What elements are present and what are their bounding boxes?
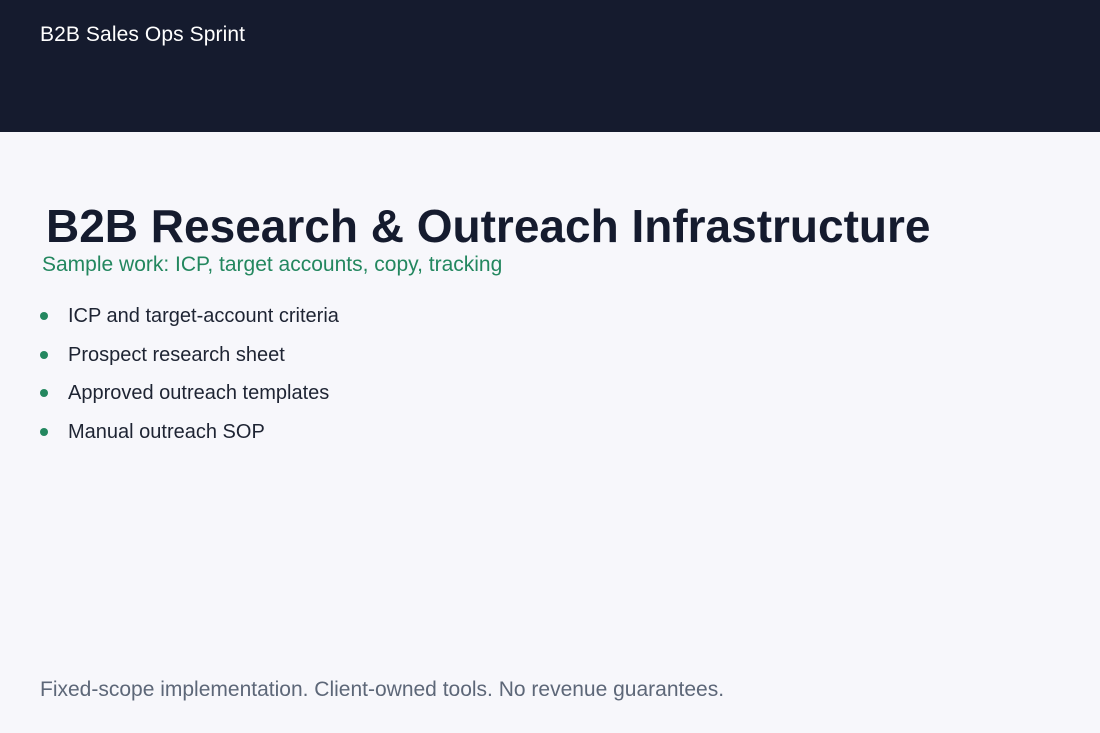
page-subtitle: Sample work: ICP, target accounts, copy,… (42, 253, 503, 276)
list-item: ICP and target-account criteria (40, 301, 339, 340)
list-item-text: Manual outreach SOP (68, 420, 265, 443)
page-title: B2B Research & Outreach Infrastructure (46, 200, 931, 252)
bullet-dot-icon (40, 389, 48, 397)
footer-disclaimer: Fixed-scope implementation. Client-owned… (40, 678, 725, 701)
bullet-dot-icon (40, 427, 48, 436)
bullet-dot-icon (40, 312, 48, 320)
list-item-text: Approved outreach templates (68, 382, 330, 404)
list-item: Manual outreach SOP (40, 417, 339, 456)
list-item: Approved outreach templates (40, 378, 339, 417)
list-item: Prospect research sheet (40, 340, 339, 379)
top-header-bar: B2B Sales Ops Sprint (0, 0, 1100, 132)
list-item-text: ICP and target-account criteria (68, 305, 339, 327)
list-item-text: Prospect research sheet (68, 343, 285, 366)
brand-title: B2B Sales Ops Sprint (40, 23, 246, 46)
bullet-dot-icon (40, 350, 48, 359)
feature-list: ICP and target-account criteria Prospect… (40, 301, 339, 455)
